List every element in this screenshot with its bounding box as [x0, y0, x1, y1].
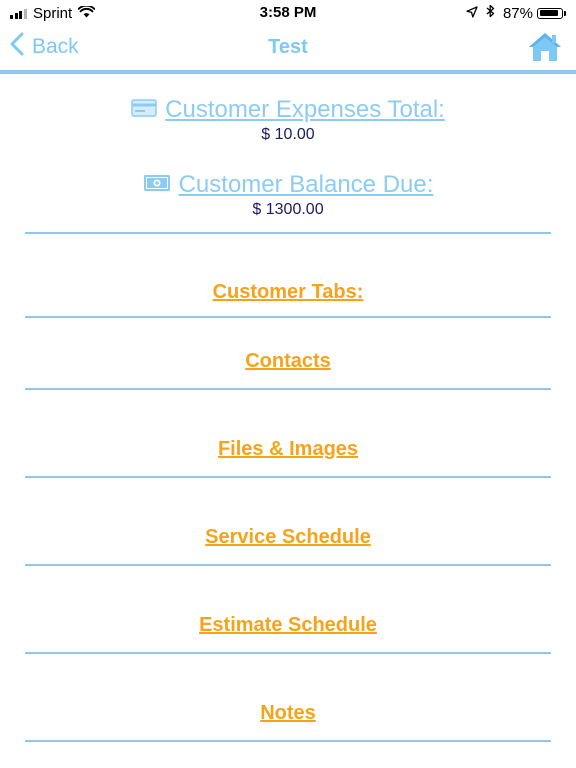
customer-tabs-heading-label: Customer Tabs:	[212, 281, 364, 303]
bluetooth-icon	[486, 4, 495, 22]
battery-icon	[537, 7, 563, 19]
tab-estimate-schedule[interactable]: Estimate Schedule	[0, 614, 576, 637]
tab-estimate-schedule-label[interactable]: Estimate Schedule	[199, 614, 377, 636]
customer-tabs-heading: Customer Tabs:	[0, 281, 576, 304]
home-button[interactable]	[528, 31, 562, 63]
credit-card-icon	[131, 96, 157, 124]
status-right: 87%	[466, 4, 566, 22]
section-divider	[25, 740, 551, 742]
tab-service-schedule[interactable]: Service Schedule	[0, 526, 576, 549]
tab-files-images-label[interactable]: Files & Images	[218, 438, 358, 460]
section-divider	[25, 564, 551, 566]
battery-cap	[564, 10, 566, 16]
battery-level-fill	[539, 10, 558, 16]
status-bar: Sprint 3:58 PM 87%	[0, 0, 576, 26]
section-divider	[25, 652, 551, 654]
tab-files-images[interactable]: Files & Images	[0, 438, 576, 461]
section-divider	[25, 316, 551, 318]
section-divider	[25, 476, 551, 478]
expenses-total-link[interactable]: Customer Expenses Total:	[165, 96, 445, 124]
cash-icon	[143, 171, 171, 199]
tab-notes[interactable]: Notes	[0, 702, 576, 725]
tab-contacts-label[interactable]: Contacts	[245, 350, 331, 372]
tab-notes-label[interactable]: Notes	[260, 702, 316, 724]
balance-due-value: $ 1300.00	[252, 201, 324, 218]
expenses-total-value: $ 10.00	[261, 126, 315, 143]
tab-contacts[interactable]: Contacts	[0, 350, 576, 373]
navigation-bar: Back Test	[0, 26, 576, 70]
balance-due-link[interactable]: Customer Balance Due:	[179, 171, 434, 199]
balance-due-section: Customer Balance Due: $ 1300.00	[0, 171, 576, 219]
battery-percent: 87%	[502, 4, 533, 22]
home-icon	[528, 33, 562, 67]
page-title: Test	[268, 36, 308, 58]
section-divider	[25, 388, 551, 390]
tab-service-schedule-label[interactable]: Service Schedule	[205, 526, 371, 548]
nav-divider	[0, 70, 576, 74]
section-divider	[25, 232, 551, 234]
location-arrow-icon	[466, 5, 478, 22]
expenses-total-section: Customer Expenses Total: $ 10.00	[0, 96, 576, 144]
